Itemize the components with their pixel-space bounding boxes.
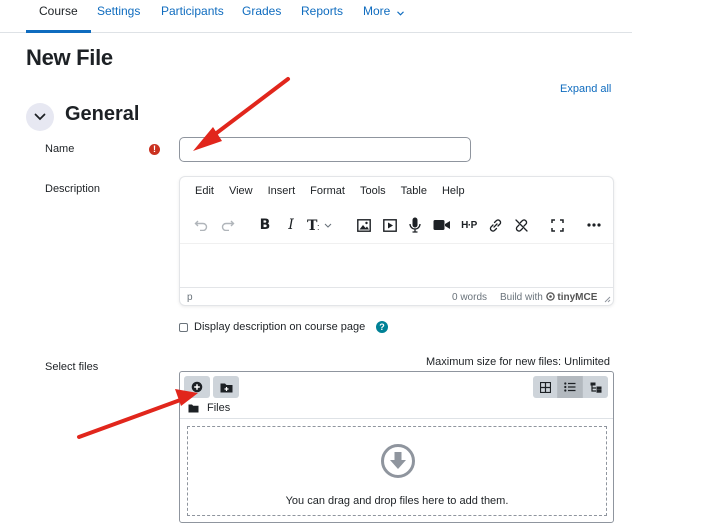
menu-insert[interactable]: Insert — [268, 185, 296, 203]
folder-plus-icon — [220, 383, 232, 392]
grid-icon — [539, 381, 551, 393]
page-title: New File — [26, 45, 113, 70]
file-drop-zone[interactable]: You can drag and drop files here to add … — [187, 426, 607, 516]
add-file-icon — [191, 381, 203, 393]
folder-icon — [188, 404, 199, 412]
bold-icon[interactable]: B — [254, 213, 276, 237]
media-icon[interactable] — [379, 213, 401, 237]
section-title: General — [65, 103, 140, 125]
breadcrumb-files[interactable]: Files — [207, 402, 230, 414]
file-manager: Files You can drag and drop files here t… — [179, 371, 614, 523]
max-file-size: Maximum size for new files: Unlimited — [426, 356, 610, 368]
list-icon — [564, 382, 576, 392]
menu-edit[interactable]: Edit — [195, 185, 214, 203]
build-with-tinymce[interactable]: Build with tinyMCE — [500, 292, 597, 303]
word-count: 0 words — [452, 292, 488, 303]
image-icon[interactable] — [353, 213, 375, 237]
drop-instructions: You can drag and drop files here to add … — [285, 495, 509, 507]
tree-view-button[interactable] — [583, 376, 608, 398]
editor-menubar: Edit View Insert Format Tools Table Help — [180, 185, 465, 203]
italic-icon[interactable]: I — [280, 213, 302, 237]
tree-icon — [590, 382, 601, 393]
name-label: Name — [45, 143, 75, 155]
display-description-label[interactable]: Display description on course page — [194, 321, 365, 333]
redo-icon[interactable] — [217, 213, 239, 237]
download-arrow-icon — [381, 444, 415, 478]
tab-participants[interactable]: Participants — [161, 0, 224, 33]
description-label: Description — [45, 183, 101, 195]
tab-more-label: More — [363, 4, 391, 18]
editor-toolbar: B I T: H·P — [180, 213, 613, 237]
tinymce-brand: tinyMCE — [557, 292, 598, 303]
view-mode-group — [533, 376, 610, 398]
build-with-label: Build with — [500, 292, 543, 303]
divider — [180, 418, 613, 419]
chevron-down-icon — [34, 113, 46, 121]
tab-settings[interactable]: Settings — [97, 0, 140, 33]
tinymce-logo-icon — [545, 292, 555, 301]
more-icon[interactable] — [583, 213, 605, 237]
undo-icon[interactable] — [190, 213, 212, 237]
display-description-checkbox[interactable] — [179, 323, 188, 332]
menu-table[interactable]: Table — [401, 185, 427, 203]
create-folder-button[interactable] — [213, 376, 239, 398]
expand-all-link[interactable]: Expand all — [560, 83, 611, 95]
icons-view-button[interactable] — [533, 376, 558, 398]
tab-grades[interactable]: Grades — [242, 0, 281, 33]
add-file-button[interactable] — [184, 376, 210, 398]
tab-more[interactable]: More — [363, 0, 404, 33]
editor-content-area[interactable] — [180, 243, 613, 287]
secondary-navigation: Course Settings Participants Grades Repo… — [0, 0, 632, 33]
menu-view[interactable]: View — [229, 185, 253, 203]
menu-help[interactable]: Help — [442, 185, 465, 203]
fullscreen-icon[interactable] — [546, 213, 568, 237]
select-files-label: Select files — [45, 361, 99, 373]
tab-reports[interactable]: Reports — [301, 0, 343, 33]
breadcrumb: Files — [188, 402, 230, 414]
menu-tools[interactable]: Tools — [360, 185, 386, 203]
element-path[interactable]: p — [187, 292, 193, 303]
h5p-icon[interactable]: H·P — [458, 213, 480, 237]
editor-statusbar: p 0 words Build with tinyMCE — [180, 287, 613, 305]
unlink-icon[interactable] — [510, 213, 532, 237]
list-view-button[interactable] — [558, 376, 583, 398]
tab-course[interactable]: Course — [26, 0, 91, 33]
menu-format[interactable]: Format — [310, 185, 345, 203]
resize-handle-icon[interactable] — [604, 296, 611, 303]
required-icon: ! — [149, 144, 160, 155]
section-collapse-button[interactable] — [26, 103, 54, 131]
help-icon[interactable]: ? — [376, 321, 388, 333]
text-style-icon[interactable]: T: — [306, 213, 338, 237]
record-audio-icon[interactable] — [404, 213, 426, 237]
description-editor: Edit View Insert Format Tools Table Help… — [179, 176, 614, 306]
chevron-down-icon — [396, 3, 404, 21]
name-input[interactable] — [179, 137, 471, 162]
record-video-icon[interactable] — [431, 213, 453, 237]
svg-text::: : — [317, 222, 320, 232]
link-icon[interactable] — [484, 213, 506, 237]
